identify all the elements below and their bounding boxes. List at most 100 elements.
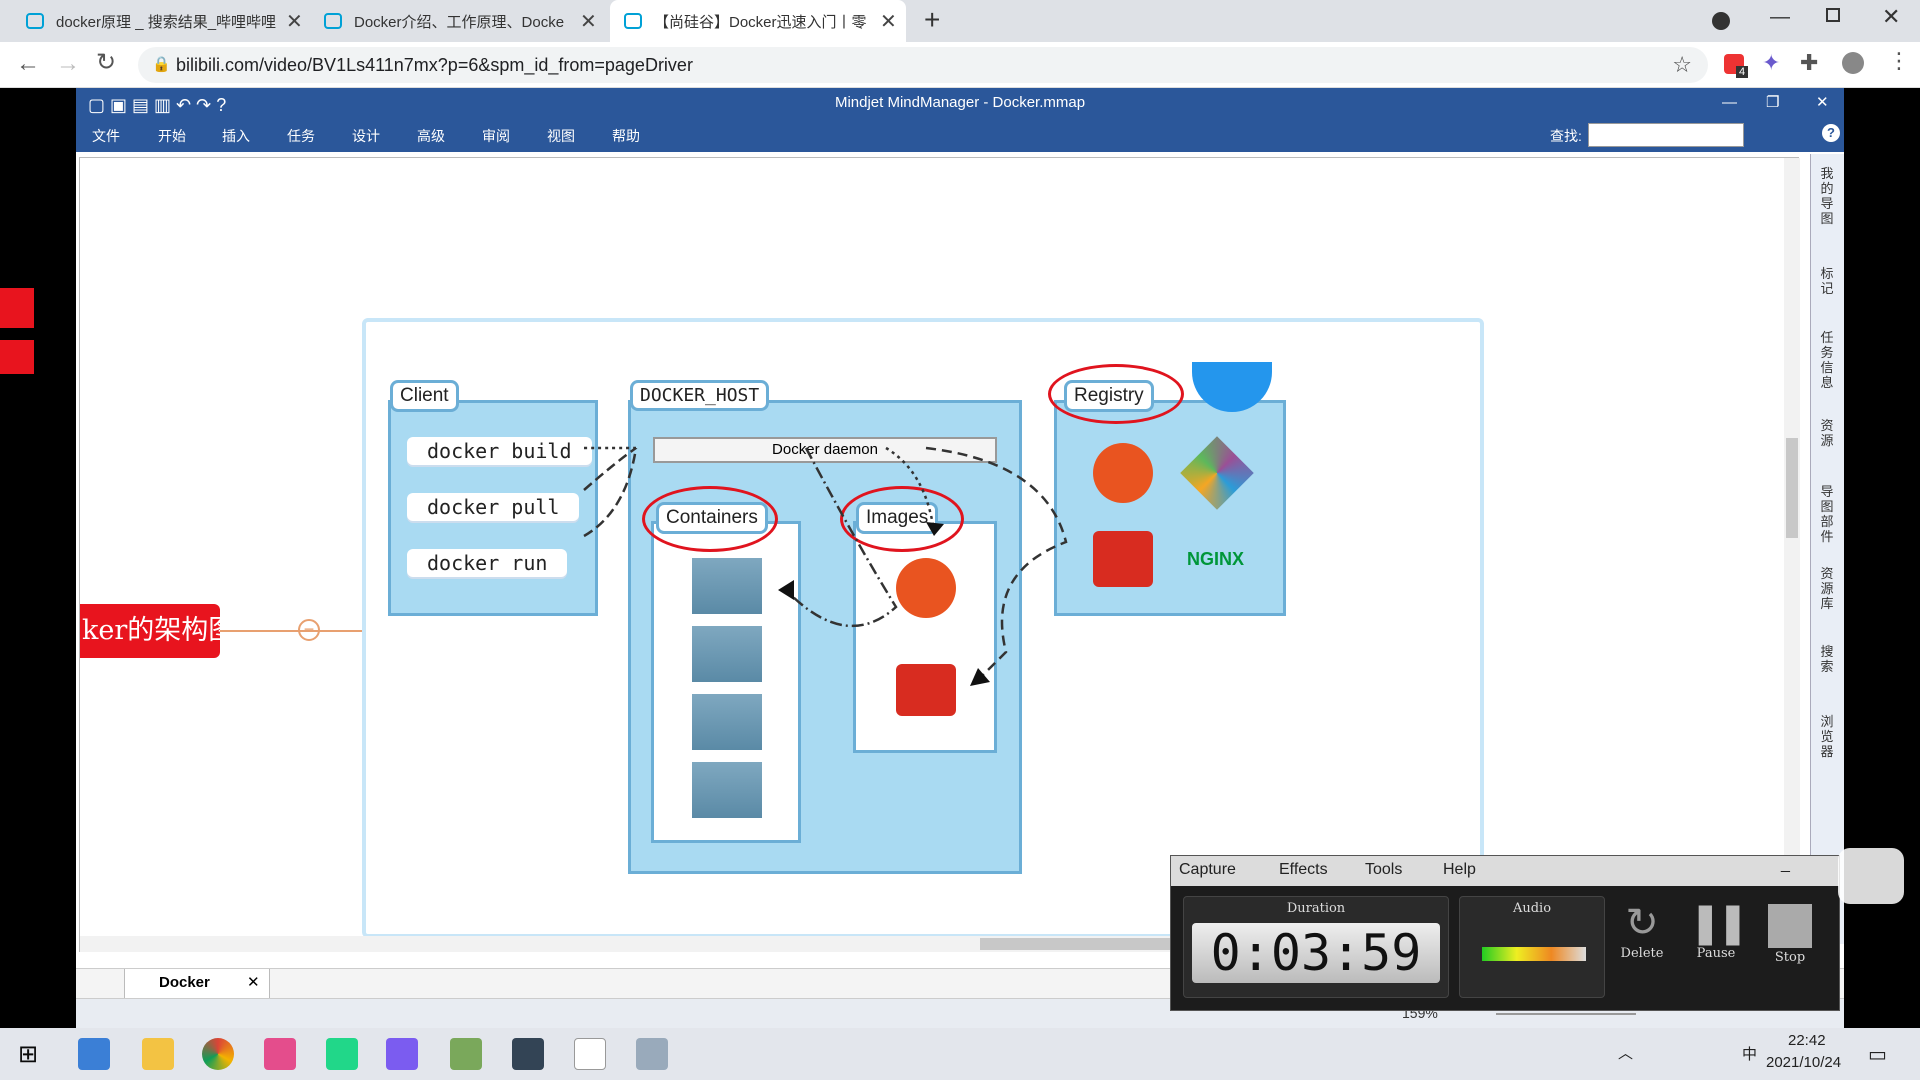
search-input[interactable] — [1588, 123, 1744, 147]
tab-title: 【尚硅谷】Docker迅速入门丨零 — [654, 13, 867, 31]
menu-view[interactable]: 视图 — [547, 126, 575, 146]
intellij-icon[interactable] — [264, 1038, 296, 1070]
menu-effects[interactable]: Effects — [1279, 861, 1328, 879]
delete-button[interactable]: ↻ Delete — [1611, 900, 1673, 961]
puzzle-icon[interactable]: ✚ — [1800, 50, 1818, 76]
paint-icon[interactable] — [636, 1038, 668, 1070]
app-icon[interactable] — [512, 1038, 544, 1070]
notification-icon[interactable]: ▭ — [1868, 1042, 1887, 1067]
clock-date[interactable]: 2021/10/24 — [1766, 1054, 1841, 1071]
close-tab-icon[interactable]: ✕ — [880, 9, 897, 34]
profile-avatar[interactable] — [1842, 52, 1864, 74]
url-text: bilibili.com/video/BV1Ls411n7mx?p=6&spm_… — [176, 55, 693, 75]
recorder-minimize-icon[interactable]: _ — [1781, 856, 1790, 874]
toolbar: ← → ↻ 🔒 bilibili.com/video/BV1Ls411n7mx?… — [0, 42, 1920, 88]
menu-advanced[interactable]: 高级 — [417, 126, 445, 146]
file-explorer-icon[interactable] — [142, 1038, 174, 1070]
browser-tab-1[interactable]: docker原理 _ 搜索结果_哔哩哔哩 ✕ — [0, 0, 310, 42]
stop-label: Stop — [1774, 950, 1806, 965]
app-icon[interactable] — [78, 1038, 110, 1070]
typora-icon[interactable] — [574, 1038, 606, 1070]
menu-start[interactable]: 开始 — [158, 126, 186, 146]
close-window-icon[interactable]: ✕ — [1882, 4, 1900, 30]
bilibili-icon — [624, 13, 642, 29]
menu-capture[interactable]: Capture — [1179, 861, 1236, 879]
scroll-thumb[interactable] — [980, 938, 1180, 950]
map-canvas[interactable]: ker的架构图 − docker build docker pull docke… — [79, 157, 1800, 952]
panel-my-maps[interactable]: 我的导图 — [1816, 166, 1838, 226]
close-tab-icon[interactable]: ✕ — [286, 9, 303, 34]
browser-tab-2[interactable]: Docker介绍、工作原理、Docke ✕ — [310, 0, 606, 42]
windows-start-icon[interactable]: ⊞ — [18, 1040, 38, 1069]
ribbon-menu: 文件 开始 插入 任务 设计 高级 审阅 视图 帮助 查找: ? — [76, 118, 1844, 152]
menu-task[interactable]: 任务 — [287, 126, 315, 146]
bookmark-star-icon[interactable]: ☆ — [1672, 47, 1692, 83]
windows-taskbar: ⊞ ︿ 中 22:42 2021/10/24 ▭ — [0, 1028, 1920, 1080]
doc-tab-label: Docker — [159, 974, 210, 991]
central-topic[interactable]: ker的架构图 — [80, 604, 220, 658]
pycharm-icon[interactable] — [326, 1038, 358, 1070]
menu-help[interactable]: 帮助 — [612, 126, 640, 146]
pause-button[interactable]: ❚❚ Pause — [1685, 900, 1749, 961]
scroll-thumb[interactable] — [1786, 438, 1798, 538]
close-doc-icon[interactable]: ✕ — [247, 969, 260, 997]
browser-tab-3-active[interactable]: 【尚硅谷】Docker迅速入门丨零 ✕ — [610, 0, 906, 42]
minimize-icon[interactable]: — — [1770, 6, 1790, 29]
panel-browser[interactable]: 浏览器 — [1816, 714, 1838, 759]
panel-task-info[interactable]: 任务信息 — [1816, 330, 1838, 390]
panel-markers[interactable]: 标记 — [1816, 266, 1838, 296]
clock-time[interactable]: 22:42 — [1788, 1032, 1826, 1049]
zoom-slider[interactable] — [1496, 1013, 1636, 1015]
menu-insert[interactable]: 插入 — [222, 126, 250, 146]
menu-help[interactable]: Help — [1443, 861, 1476, 879]
cast-icon[interactable] — [0, 340, 34, 374]
duration-label: Duration — [1286, 901, 1346, 916]
film-icon[interactable] — [0, 288, 34, 328]
mindmanager-icon[interactable] — [450, 1038, 482, 1070]
menu-tools[interactable]: Tools — [1365, 861, 1402, 879]
menu-review[interactable]: 审阅 — [482, 126, 510, 146]
panel-resources[interactable]: 资源 — [1816, 418, 1838, 448]
forward-icon[interactable]: → — [56, 50, 80, 78]
collapse-toggle-icon[interactable]: − — [298, 619, 320, 641]
chrome-icon[interactable] — [202, 1038, 234, 1070]
duration-panel: Duration 0:03:59 — [1183, 896, 1449, 998]
back-icon[interactable]: ← — [16, 50, 40, 78]
stop-button[interactable]: Stop — [1759, 900, 1821, 965]
vertical-scrollbar[interactable] — [1784, 158, 1800, 948]
tab-search-icon[interactable] — [1712, 12, 1730, 30]
panel-library[interactable]: 资源库 — [1816, 566, 1838, 611]
menu-design[interactable]: 设计 — [352, 126, 380, 146]
close-tab-icon[interactable]: ✕ — [580, 9, 597, 34]
delete-label: Delete — [1620, 946, 1664, 961]
help-icon[interactable]: ? — [1822, 124, 1840, 142]
doc-tab-docker[interactable]: Docker ✕ — [124, 969, 270, 999]
panel-search[interactable]: 搜索 — [1816, 644, 1838, 674]
app-minimize-icon[interactable]: — — [1722, 88, 1737, 118]
tray-chevron-icon[interactable]: ︿ — [1618, 1042, 1633, 1063]
maximize-icon[interactable] — [1826, 8, 1840, 22]
extension-arrow-icon[interactable]: ✦ — [1762, 50, 1780, 76]
goland-icon[interactable] — [386, 1038, 418, 1070]
recorder-menu: Capture Effects Tools Help _ — [1171, 856, 1839, 886]
app-title-bar: ▢ ▣ ▤ ▥ ↶ ↷ ? Mindjet MindManager - Dock… — [76, 88, 1844, 118]
app-restore-icon[interactable]: ❐ — [1766, 88, 1779, 118]
app-title: Mindjet MindManager - Docker.mmap — [834, 94, 1086, 111]
pause-label: Pause — [1696, 946, 1736, 961]
pause-icon: ❚❚ — [1688, 901, 1749, 945]
address-bar[interactable]: 🔒 bilibili.com/video/BV1Ls411n7mx?p=6&sp… — [138, 47, 1708, 83]
app-close-icon[interactable]: ✕ — [1816, 88, 1829, 118]
reload-icon[interactable]: ↻ — [96, 48, 116, 77]
audio-level-meter[interactable] — [1482, 947, 1586, 961]
search-label: 查找: — [1550, 128, 1582, 144]
extension-badge: 4 — [1736, 66, 1749, 78]
delete-icon: ↻ — [1625, 901, 1659, 945]
ime-indicator[interactable]: 中 — [1742, 1043, 1757, 1064]
quick-access-toolbar[interactable]: ▢ ▣ ▤ ▥ ↶ ↷ ? — [88, 90, 226, 120]
play-overlay-button[interactable] — [1838, 848, 1904, 904]
menu-dots-icon[interactable]: ⋮ — [1888, 48, 1910, 74]
stop-icon — [1768, 904, 1812, 948]
panel-map-parts[interactable]: 导图部件 — [1816, 484, 1838, 544]
new-tab-button[interactable]: + — [924, 4, 940, 36]
menu-file[interactable]: 文件 — [92, 126, 120, 146]
